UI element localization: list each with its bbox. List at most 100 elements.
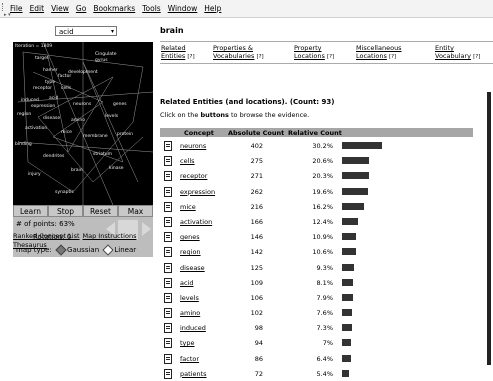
concept-map-word[interactable]: target: [35, 56, 49, 61]
expand-arrow-icon[interactable]: ▸ ▾: [4, 12, 11, 18]
thesaurus-link[interactable]: Thesaurus: [13, 241, 47, 249]
learn-button[interactable]: Learn: [13, 205, 48, 217]
menu-window[interactable]: Window: [168, 4, 198, 13]
concept-map-word[interactable]: disease: [43, 116, 60, 121]
arrow-right-icon[interactable]: [142, 222, 151, 236]
concept-map-word[interactable]: acid: [49, 96, 58, 101]
concept-link[interactable]: disease: [180, 264, 205, 272]
concept-link[interactable]: expression: [180, 188, 215, 196]
evidence-button-icon[interactable]: [164, 353, 172, 364]
concept-map-word[interactable]: dendrites: [43, 154, 64, 159]
menu-bookmarks[interactable]: Bookmarks: [93, 4, 135, 13]
max-button[interactable]: Max: [118, 205, 153, 217]
concept-map-word[interactable]: development: [68, 70, 98, 75]
evidence-button-icon[interactable]: [164, 216, 172, 227]
concept-map-word[interactable]: type: [45, 80, 55, 85]
evidence-button-icon[interactable]: [164, 201, 172, 212]
relative-count: 7.6%: [316, 309, 333, 318]
help-link[interactable]: [?]: [389, 54, 396, 60]
evidence-button-icon[interactable]: [164, 247, 172, 258]
toolbar-grip[interactable]: [2, 3, 6, 11]
menu-view[interactable]: View: [51, 4, 69, 13]
concept-select[interactable]: acid ▾: [55, 26, 117, 36]
concept-map-word[interactable]: region: [17, 112, 31, 117]
concept-map-word[interactable]: gyrus: [95, 58, 108, 63]
evidence-button-icon[interactable]: [164, 186, 172, 197]
concept-map-word[interactable]: induced: [21, 98, 39, 103]
scrollbar[interactable]: [487, 92, 491, 365]
concept-map-word[interactable]: mice: [61, 130, 72, 135]
concept-map-word[interactable]: expression: [31, 104, 55, 109]
evidence-button-icon[interactable]: [164, 232, 172, 243]
concept-link[interactable]: mice: [180, 203, 196, 211]
evidence-button-icon[interactable]: [164, 368, 172, 379]
concept-link[interactable]: levels: [180, 294, 199, 302]
evidence-button-icon[interactable]: [164, 171, 172, 182]
concept-map-word[interactable]: cells: [61, 86, 71, 91]
concept-map-word[interactable]: amino: [71, 118, 85, 123]
concept-map-word[interactable]: kinase: [109, 166, 124, 171]
concept-map-word[interactable]: genes: [113, 102, 127, 107]
concept-link[interactable]: activation: [180, 218, 212, 226]
menu-tools[interactable]: Tools: [142, 4, 160, 13]
evidence-button-icon[interactable]: [164, 292, 172, 303]
absolute-count: 125: [250, 263, 263, 272]
absolute-count: 106: [250, 293, 263, 302]
concept-map-word[interactable]: hamer: [43, 68, 58, 73]
concept-map-word[interactable]: Iteration = 1809: [15, 44, 52, 49]
concept-map-word[interactable]: receptor: [33, 86, 52, 91]
tab-property-locations[interactable]: Property Locations [?]: [294, 44, 334, 61]
menu-edit[interactable]: Edit: [30, 4, 45, 13]
concept-link[interactable]: cells: [180, 157, 195, 165]
concept-link[interactable]: factor: [180, 355, 199, 363]
help-link[interactable]: [?]: [327, 54, 334, 60]
concept-link[interactable]: induced: [180, 324, 206, 332]
evidence-button-icon[interactable]: [164, 141, 172, 151]
evidence-button-icon[interactable]: [164, 156, 172, 167]
concept-link[interactable]: receptor: [180, 172, 207, 180]
menu-help[interactable]: Help: [204, 4, 221, 13]
concept-map-word[interactable]: factor: [58, 74, 71, 79]
relative-count: 5.4%: [316, 369, 333, 378]
concept-map-word[interactable]: brain: [71, 168, 83, 173]
tab-related-entities[interactable]: Related Entities [?]: [161, 44, 195, 61]
concept-link[interactable]: acid: [180, 279, 194, 287]
concept-map-word[interactable]: striatum: [93, 152, 112, 157]
concept-map-canvas[interactable]: Iteration = 1809 target Cingulate gyrus deve…: [13, 42, 153, 205]
menu-file[interactable]: File: [10, 4, 23, 13]
concept-link[interactable]: region: [180, 248, 201, 256]
menu-go[interactable]: Go: [76, 4, 86, 13]
concept-map-word[interactable]: neurons: [73, 102, 91, 107]
concept-map-word[interactable]: membrane: [83, 134, 108, 139]
relative-count-bar: [342, 233, 356, 241]
tab-properties-vocabularies[interactable]: Properties & Vocabularies [?]: [213, 44, 264, 61]
stop-button[interactable]: Stop: [48, 205, 83, 217]
evidence-button-icon[interactable]: [164, 338, 172, 349]
ranked-concept-list-link[interactable]: Ranked Concept List: [13, 232, 80, 240]
help-link[interactable]: [?]: [256, 54, 263, 60]
concept-link[interactable]: neurons: [180, 142, 206, 150]
reset-button[interactable]: Reset: [83, 205, 118, 217]
help-link[interactable]: [?]: [473, 54, 480, 60]
concept-link[interactable]: genes: [180, 233, 200, 241]
relative-count-bar: [342, 278, 353, 286]
concept-map-word[interactable]: activation: [25, 126, 47, 131]
concept-map-word[interactable]: injury: [28, 172, 41, 177]
concept-map-word[interactable]: levels: [105, 114, 118, 119]
concept-link[interactable]: amino: [180, 309, 200, 317]
concept-map-word[interactable]: Cingulate: [95, 52, 117, 57]
evidence-button-icon[interactable]: [164, 277, 172, 288]
tab-entity-vocabulary[interactable]: Entity Vocabulary [?]: [435, 44, 480, 61]
evidence-button-icon[interactable]: [164, 262, 172, 273]
concept-link[interactable]: patients: [180, 370, 207, 378]
evidence-button-icon[interactable]: [164, 308, 172, 319]
concept-link[interactable]: type: [180, 339, 195, 347]
tab-miscellaneous-locations[interactable]: Miscellaneous Locations [?]: [356, 44, 402, 61]
map-instructions-link[interactable]: Map Instructions: [83, 232, 137, 240]
header-concept: Concept: [184, 129, 214, 137]
concept-map-word[interactable]: binding: [15, 142, 32, 147]
concept-map-word[interactable]: protein: [117, 132, 133, 137]
evidence-button-icon[interactable]: [164, 323, 172, 334]
help-link[interactable]: [?]: [187, 54, 194, 60]
concept-map-word[interactable]: synaptic: [55, 190, 74, 195]
